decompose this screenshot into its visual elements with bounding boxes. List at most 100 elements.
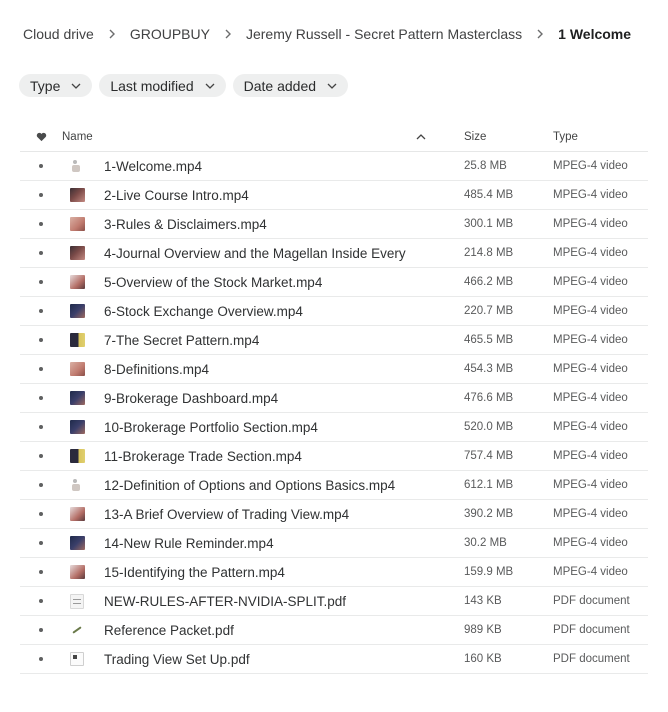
- file-size: 465.5 MB: [464, 334, 514, 346]
- table-row[interactable]: Reference Packet.pdf 989 KB PDF document: [20, 616, 648, 645]
- file-thumbnail: [62, 478, 104, 492]
- table-row[interactable]: NEW-RULES-AFTER-NVIDIA-SPLIT.pdf 143 KB PD…: [20, 587, 648, 616]
- column-header-type[interactable]: Type: [553, 131, 648, 143]
- table-row[interactable]: 4-Journal Overview and the Magellan Insi…: [20, 239, 648, 268]
- breadcrumb-groupbuy[interactable]: GROUPBUY: [130, 26, 210, 42]
- file-size: 300.1 MB: [464, 218, 514, 230]
- table-row[interactable]: 5-Overview of the Stock Market.mp4 466.2 …: [20, 268, 648, 297]
- file-thumbnail: [62, 159, 104, 173]
- file-table: Name Size Type 1-Welcome.mp4 25.8 MB MPEG-…: [20, 123, 648, 674]
- favorite-dot[interactable]: [20, 657, 62, 661]
- file-name[interactable]: 9-Brokerage Dashboard.mp4: [104, 391, 406, 406]
- file-size: 390.2 MB: [464, 508, 514, 520]
- table-row[interactable]: 11-Brokerage Trade Section.mp4 757.4 MB MP…: [20, 442, 648, 471]
- file-name[interactable]: Reference Packet.pdf: [104, 623, 406, 638]
- chevron-right-icon: [108, 29, 116, 39]
- file-type: PDF document: [553, 653, 630, 665]
- file-thumbnail: [62, 565, 104, 579]
- file-name[interactable]: 4-Journal Overview and the Magellan Insi…: [104, 246, 406, 261]
- file-type: MPEG-4 video: [553, 450, 628, 462]
- file-name[interactable]: 3-Rules & Disclaimers.mp4: [104, 217, 406, 232]
- file-thumbnail: [62, 188, 104, 202]
- filter-date-added-button[interactable]: Date added: [232, 74, 349, 97]
- file-name[interactable]: 12-Definition of Options and Options Bas…: [104, 478, 406, 493]
- table-row[interactable]: 7-The Secret Pattern.mp4 465.5 MB MPEG-4 v…: [20, 326, 648, 355]
- file-name[interactable]: 11-Brokerage Trade Section.mp4: [104, 449, 406, 464]
- favorite-dot[interactable]: [20, 367, 62, 371]
- favorite-dot[interactable]: [20, 425, 62, 429]
- filter-type-button[interactable]: Type: [19, 74, 93, 97]
- file-thumbnail: [62, 623, 104, 637]
- file-size: 612.1 MB: [464, 479, 514, 491]
- favorite-dot[interactable]: [20, 222, 62, 226]
- file-name[interactable]: Trading View Set Up.pdf: [104, 652, 406, 667]
- favorite-dot[interactable]: [20, 599, 62, 603]
- file-type: MPEG-4 video: [553, 276, 628, 288]
- file-name[interactable]: 10-Brokerage Portfolio Section.mp4: [104, 420, 406, 435]
- favorite-dot[interactable]: [20, 193, 62, 197]
- table-row[interactable]: 3-Rules & Disclaimers.mp4 300.1 MB MPEG-4 …: [20, 210, 648, 239]
- favorite-dot[interactable]: [20, 454, 62, 458]
- table-header: Name Size Type: [20, 123, 648, 152]
- table-row[interactable]: 12-Definition of Options and Options Bas…: [20, 471, 648, 500]
- table-row[interactable]: 6-Stock Exchange Overview.mp4 220.7 MB MPE…: [20, 297, 648, 326]
- table-row[interactable]: 13-A Brief Overview of Trading View.mp4 3…: [20, 500, 648, 529]
- table-row[interactable]: Trading View Set Up.pdf 160 KB PDF documen…: [20, 645, 648, 674]
- file-type: MPEG-4 video: [553, 392, 628, 404]
- breadcrumb-masterclass[interactable]: Jeremy Russell - Secret Pattern Mastercl…: [246, 26, 522, 42]
- favorite-dot[interactable]: [20, 251, 62, 255]
- column-header-size[interactable]: Size: [464, 131, 553, 143]
- sort-ascending-icon[interactable]: [406, 134, 464, 140]
- file-name[interactable]: 8-Definitions.mp4: [104, 362, 406, 377]
- favorite-dot[interactable]: [20, 396, 62, 400]
- file-thumbnail: [62, 652, 104, 666]
- table-row[interactable]: 14-New Rule Reminder.mp4 30.2 MB MPEG-4 vi…: [20, 529, 648, 558]
- file-name[interactable]: 7-The Secret Pattern.mp4: [104, 333, 406, 348]
- file-type: MPEG-4 video: [553, 305, 628, 317]
- favorite-dot[interactable]: [20, 338, 62, 342]
- file-type: MPEG-4 video: [553, 421, 628, 433]
- file-type: MPEG-4 video: [553, 479, 628, 491]
- file-size: 520.0 MB: [464, 421, 514, 433]
- file-type: MPEG-4 video: [553, 537, 628, 549]
- file-name[interactable]: 6-Stock Exchange Overview.mp4: [104, 304, 406, 319]
- column-header-name[interactable]: Name: [62, 131, 406, 143]
- file-name[interactable]: 5-Overview of the Stock Market.mp4: [104, 275, 406, 290]
- file-type: MPEG-4 video: [553, 334, 628, 346]
- file-thumbnail: [62, 420, 104, 434]
- favorite-dot[interactable]: [20, 164, 62, 168]
- chevron-right-icon: [536, 29, 544, 39]
- file-name[interactable]: 13-A Brief Overview of Trading View.mp4: [104, 507, 406, 522]
- favorite-dot[interactable]: [20, 628, 62, 632]
- heart-icon[interactable]: [20, 132, 62, 142]
- file-thumbnail: [62, 304, 104, 318]
- favorite-dot[interactable]: [20, 280, 62, 284]
- table-row[interactable]: 2-Live Course Intro.mp4 485.4 MB MPEG-4 vi…: [20, 181, 648, 210]
- breadcrumb: Cloud drive GROUPBUY Jeremy Russell - Se…: [23, 24, 631, 44]
- table-row[interactable]: 15-Identifying the Pattern.mp4 159.9 MB MP…: [20, 558, 648, 587]
- favorite-dot[interactable]: [20, 309, 62, 313]
- file-name[interactable]: NEW-RULES-AFTER-NVIDIA-SPLIT.pdf: [104, 594, 406, 609]
- file-thumbnail: [62, 362, 104, 376]
- favorite-dot[interactable]: [20, 541, 62, 545]
- favorite-dot[interactable]: [20, 570, 62, 574]
- file-name[interactable]: 15-Identifying the Pattern.mp4: [104, 565, 406, 580]
- breadcrumb-cloud-drive[interactable]: Cloud drive: [23, 26, 94, 42]
- filter-type-label: Type: [30, 77, 61, 94]
- file-thumbnail: [62, 536, 104, 550]
- file-thumbnail: [62, 593, 104, 609]
- table-row[interactable]: 9-Brokerage Dashboard.mp4 476.6 MB MPEG-4 …: [20, 384, 648, 413]
- file-size: 159.9 MB: [464, 566, 514, 578]
- file-thumbnail: [62, 391, 104, 405]
- filter-last-modified-button[interactable]: Last modified: [99, 74, 226, 97]
- table-row[interactable]: 10-Brokerage Portfolio Section.mp4 520.0 …: [20, 413, 648, 442]
- file-size: 30.2 MB: [464, 537, 507, 549]
- table-row[interactable]: 1-Welcome.mp4 25.8 MB MPEG-4 video: [20, 152, 648, 181]
- favorite-dot[interactable]: [20, 483, 62, 487]
- file-type: MPEG-4 video: [553, 160, 628, 172]
- file-name[interactable]: 2-Live Course Intro.mp4: [104, 188, 406, 203]
- file-name[interactable]: 14-New Rule Reminder.mp4: [104, 536, 406, 551]
- table-row[interactable]: 8-Definitions.mp4 454.3 MB MPEG-4 video: [20, 355, 648, 384]
- favorite-dot[interactable]: [20, 512, 62, 516]
- file-name[interactable]: 1-Welcome.mp4: [104, 159, 406, 174]
